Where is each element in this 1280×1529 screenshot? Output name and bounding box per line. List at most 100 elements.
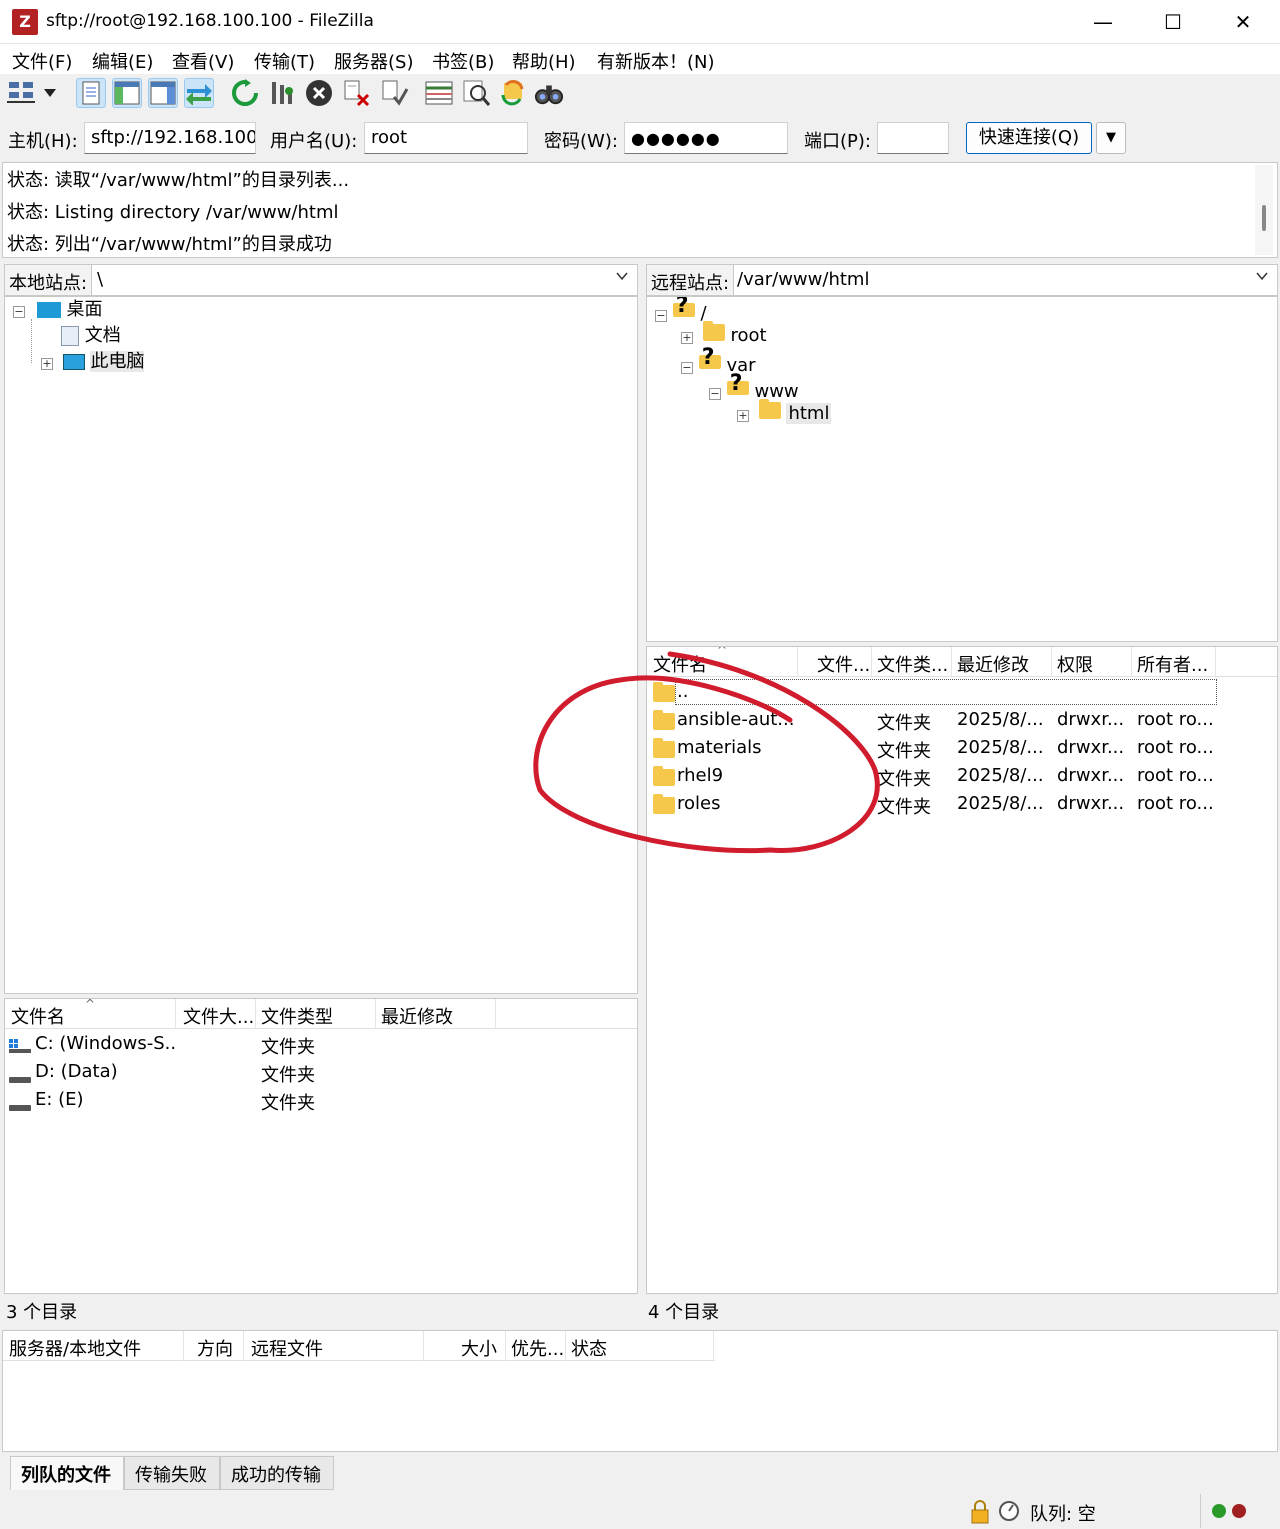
column-divider[interactable] [1131, 647, 1132, 677]
speed-limit-icon[interactable] [998, 1500, 1020, 1527]
column-divider[interactable] [243, 1331, 244, 1361]
menu-server[interactable]: 服务器(S) [334, 48, 413, 74]
host-input[interactable]: sftp://192.168.100. [84, 122, 256, 154]
column-owner[interactable]: 所有者... [1137, 651, 1213, 677]
column-filename[interactable]: 文件名 [11, 1003, 65, 1029]
tree-node-root-dir[interactable]: − ? / [655, 297, 707, 324]
log-scrollbar[interactable] [1255, 165, 1273, 255]
reconnect-icon[interactable] [380, 78, 410, 108]
column-divider[interactable] [871, 647, 872, 677]
column-divider[interactable] [565, 1331, 566, 1361]
menu-new-version[interactable]: 有新版本！(N) [597, 48, 715, 74]
remote-file-list[interactable]: 文件名 ^ 文件... 文件类... 最近修改 权限 所有者... .. ans… [646, 646, 1278, 1294]
tree-node-root[interactable]: + root [681, 321, 767, 349]
column-divider[interactable] [505, 1331, 506, 1361]
tree-node-desktop[interactable]: − 桌面 [13, 297, 102, 323]
column-size[interactable]: 大小 [461, 1335, 497, 1361]
collapse-icon[interactable]: − [709, 388, 721, 400]
close-button[interactable]: ✕ [1210, 0, 1276, 44]
transfer-queue[interactable]: 服务器/本地文件 方向 远程文件 大小 优先... 状态 [2, 1330, 1278, 1452]
menu-help[interactable]: 帮助(H) [512, 48, 576, 74]
column-divider[interactable] [797, 647, 798, 677]
table-row[interactable]: D: (Data) 文件夹 [5, 1059, 637, 1087]
column-divider[interactable] [175, 999, 176, 1029]
column-divider[interactable] [951, 647, 952, 677]
tree-node-var[interactable]: − ? var [681, 345, 756, 376]
dropdown-arrow-icon[interactable] [38, 78, 62, 108]
column-filetype[interactable]: 文件类型 [261, 1003, 333, 1029]
column-divider[interactable] [713, 1331, 714, 1361]
column-permissions[interactable]: 权限 [1057, 651, 1093, 677]
filter-icon[interactable] [462, 78, 492, 108]
menu-bookmarks[interactable]: 书签(B) [432, 48, 494, 74]
collapse-icon[interactable]: − [655, 310, 667, 322]
search-icon[interactable] [534, 78, 564, 108]
tab-queued-files[interactable]: 列队的文件 [10, 1456, 124, 1490]
column-divider[interactable] [183, 1331, 184, 1361]
username-input[interactable]: root [364, 122, 528, 154]
column-status[interactable]: 状态 [571, 1335, 607, 1361]
tree-node-documents[interactable]: 文档 [61, 323, 121, 349]
expand-icon[interactable]: + [681, 332, 693, 344]
toggle-local-tree-icon[interactable] [112, 78, 142, 108]
column-filesize[interactable]: 文件... [817, 651, 869, 677]
directory-compare-icon[interactable] [424, 78, 454, 108]
column-modified[interactable]: 最近修改 [957, 651, 1029, 677]
column-divider[interactable] [255, 999, 256, 1029]
sync-browse-icon[interactable] [498, 78, 528, 108]
maximize-button[interactable]: ☐ [1140, 0, 1206, 44]
refresh-icon[interactable] [230, 78, 260, 108]
remote-path-input[interactable]: /var/www/html [737, 269, 869, 290]
table-row[interactable]: C: (Windows-S... 文件夹 [5, 1031, 637, 1059]
toggle-queue-icon[interactable] [184, 78, 214, 108]
table-row[interactable]: E: (E) 文件夹 [5, 1087, 637, 1115]
disconnect-icon[interactable] [342, 78, 372, 108]
column-filename[interactable]: 文件名 [653, 651, 707, 677]
table-row[interactable]: materials 文件夹 2025/8/... drwxr... root r… [647, 735, 1277, 763]
menu-transfer[interactable]: 传输(T) [254, 48, 315, 74]
scrollbar-thumb[interactable] [1262, 205, 1266, 231]
column-divider[interactable] [1051, 647, 1052, 677]
collapse-icon[interactable]: − [13, 306, 25, 318]
column-divider[interactable] [423, 1331, 424, 1361]
menu-edit[interactable]: 编辑(E) [92, 48, 153, 74]
column-priority[interactable]: 优先... [511, 1335, 563, 1361]
column-divider[interactable] [375, 999, 376, 1029]
column-filesize[interactable]: 文件大... [183, 1003, 253, 1029]
column-server-local-file[interactable]: 服务器/本地文件 [9, 1335, 141, 1361]
tree-node-this-pc[interactable]: + 此电脑 [41, 349, 145, 375]
column-modified[interactable]: 最近修改 [381, 1003, 453, 1029]
chevron-down-icon[interactable] [615, 269, 629, 287]
expand-icon[interactable]: + [41, 358, 53, 370]
local-directory-tree[interactable]: − 桌面 文档 + 此电脑 [4, 296, 638, 994]
column-direction[interactable]: 方向 [197, 1335, 233, 1361]
column-remote-file[interactable]: 远程文件 [251, 1335, 323, 1361]
tree-node-html[interactable]: + html [737, 399, 832, 427]
chevron-down-icon[interactable] [1255, 269, 1269, 287]
expand-icon[interactable]: + [737, 410, 749, 422]
local-file-list[interactable]: 文件名 ^ 文件大... 文件类型 最近修改 C: (Windows-S... … [4, 998, 638, 1294]
column-divider[interactable] [1215, 647, 1216, 677]
message-log[interactable]: 状态: 读取“/var/www/html”的目录列表... 状态: Listin… [2, 162, 1278, 258]
quickconnect-button[interactable]: 快速连接(Q) [966, 122, 1092, 154]
table-row[interactable]: rhel9 文件夹 2025/8/... drwxr... root ro... [647, 763, 1277, 791]
remote-directory-tree[interactable]: − ? / + root − ? var − ? www + html [646, 296, 1278, 642]
minimize-button[interactable]: — [1070, 0, 1136, 44]
table-row[interactable]: roles 文件夹 2025/8/... drwxr... root ro... [647, 791, 1277, 819]
toggle-log-icon[interactable] [76, 78, 106, 108]
tab-successful-transfers[interactable]: 成功的传输 [220, 1456, 334, 1490]
collapse-icon[interactable]: − [681, 362, 693, 374]
process-queue-icon[interactable] [268, 78, 298, 108]
password-input[interactable]: ●●●●●● [624, 122, 788, 154]
port-input[interactable] [877, 122, 949, 154]
local-path-input[interactable]: \ [97, 269, 103, 290]
menu-file[interactable]: 文件(F) [12, 48, 72, 74]
toggle-remote-tree-icon[interactable] [148, 78, 178, 108]
menu-view[interactable]: 查看(V) [172, 48, 234, 74]
site-manager-icon[interactable] [6, 78, 36, 108]
quickconnect-dropdown-button[interactable]: ▼ [1096, 122, 1126, 154]
column-filetype[interactable]: 文件类... [877, 651, 949, 677]
tree-node-www[interactable]: − ? www [709, 371, 799, 402]
column-divider[interactable] [495, 999, 496, 1029]
table-row-parent[interactable]: .. [647, 679, 1277, 707]
